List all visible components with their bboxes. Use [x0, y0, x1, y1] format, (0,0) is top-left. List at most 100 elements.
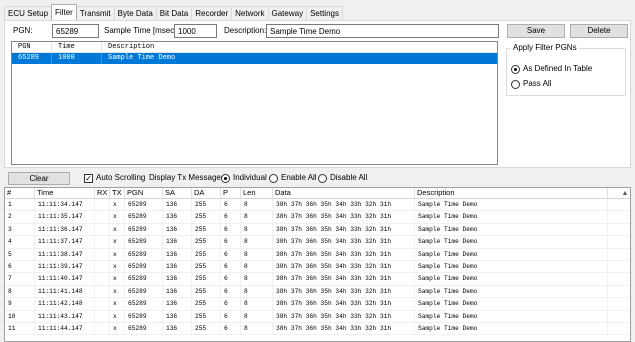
cell-data: 38h 37h 36h 35h 34h 33h 32h 31h: [273, 199, 415, 211]
table-row[interactable]: 5 11:11:38.147 x 65289 136 255 6 8 38h 37h 36h 3…: [5, 248, 630, 261]
tab-filter[interactable]: Filter: [51, 4, 77, 20]
cell-desc: Sample Time Demo: [415, 248, 608, 260]
cell-pgn: 65289: [125, 310, 163, 322]
cell-rx: [95, 298, 110, 310]
cell-p: 6: [221, 273, 241, 285]
tab-recorder[interactable]: Recorder: [191, 6, 233, 20]
cell-data: 38h 37h 36h 35h 34h 33h 32h 31h: [273, 298, 415, 310]
col-num[interactable]: #: [5, 188, 35, 198]
cell-p: 6: [221, 211, 241, 223]
cell-da: 255: [192, 236, 221, 248]
col-len[interactable]: Len: [241, 188, 273, 198]
table-row[interactable]: 4 11:11:37.147 x 65289 136 255 6 8 38h 37h 36h 3…: [5, 236, 630, 249]
pgn-input[interactable]: [52, 24, 99, 38]
cell-da: 255: [192, 260, 221, 273]
radio-icon[interactable]: [269, 173, 278, 183]
cell-desc: Sample Time Demo: [415, 310, 608, 322]
option-disable-all[interactable]: Disable All: [318, 173, 367, 183]
cell-p: 6: [221, 260, 241, 273]
table-row[interactable]: 10 11:11:43.147 x 65289 136 255 6 8 38h 37h 36h …: [5, 310, 630, 323]
tab-bit-data[interactable]: Bit Data: [155, 6, 193, 20]
table-row[interactable]: 3 11:11:36.147 x 65289 136 255 6 8 38h 37h 36h 3…: [5, 223, 630, 237]
cell-num: 8: [5, 285, 35, 298]
pgn-cell: 65289: [12, 53, 52, 64]
cell-sa: 136: [163, 199, 192, 211]
tab-transmit[interactable]: Transmit: [75, 6, 115, 20]
delete-button[interactable]: Delete: [570, 24, 628, 38]
cell-len: 8: [241, 199, 273, 211]
col-p[interactable]: P: [221, 188, 241, 198]
pgn-list-header: PGN Time Description: [12, 42, 497, 53]
description-input[interactable]: [266, 24, 499, 38]
table-row[interactable]: 1 11:11:34.147 x 65289 136 255 6 8 38h 37h 36h 3…: [5, 199, 630, 212]
col-pgn[interactable]: PGN: [125, 188, 163, 198]
cell-rx: [95, 260, 110, 273]
table-row[interactable]: 7 11:11:40.147 x 65289 136 255 6 8 38h 37h 36h 3…: [5, 273, 630, 286]
sample-time-label: Sample Time [msec]:: [104, 26, 179, 35]
cell-len: 8: [241, 211, 273, 223]
cell-time: 11:11:37.147: [35, 236, 95, 248]
cell-p: 6: [221, 223, 241, 236]
clear-button[interactable]: Clear: [8, 172, 70, 185]
cell-desc: Sample Time Demo: [415, 322, 608, 335]
pgn-list-row[interactable]: 65289 1000 Sample Time Demo: [12, 53, 497, 64]
tab-ecu-setup[interactable]: ECU Setup: [4, 6, 53, 20]
cell-time: 11:11:36.147: [35, 223, 95, 236]
col-data[interactable]: Data: [273, 188, 415, 198]
save-button[interactable]: Save: [507, 24, 565, 38]
cell-len: 8: [241, 273, 273, 285]
cell-tx: x: [110, 310, 125, 322]
cell-tx: x: [110, 199, 125, 211]
table-row[interactable]: 8 11:11:41.148 x 65289 136 255 6 8 38h 37h 36h 3…: [5, 285, 630, 299]
cell-data: 38h 37h 36h 35h 34h 33h 32h 31h: [273, 322, 415, 335]
pgn-col-header[interactable]: PGN: [12, 42, 52, 52]
tab-settings[interactable]: Settings: [306, 6, 343, 20]
cell-num: 3: [5, 223, 35, 236]
description-col-header[interactable]: Description: [102, 42, 497, 52]
checkbox-icon[interactable]: ✓: [84, 173, 93, 183]
option-enable-all[interactable]: Enable All: [269, 173, 317, 183]
pgn-filter-list[interactable]: PGN Time Description 65289 1000 Sample T…: [11, 41, 498, 165]
table-row[interactable]: 9 11:11:42.148 x 65289 136 255 6 8 38h 37h 36h 3…: [5, 298, 630, 311]
table-row[interactable]: 6 11:11:39.147 x 65289 136 255 6 8 38h 37h 36h 3…: [5, 260, 630, 274]
cell-num: 2: [5, 211, 35, 223]
cell-pgn: 65289: [125, 273, 163, 285]
col-tx[interactable]: TX: [110, 188, 125, 198]
filter-panel: PGN: Sample Time [msec]: Description: Sa…: [4, 20, 631, 168]
radio-icon[interactable]: [511, 79, 520, 89]
cell-da: 255: [192, 248, 221, 260]
cell-p: 6: [221, 298, 241, 310]
sample-time-input[interactable]: [174, 24, 217, 38]
cell-data: 38h 37h 36h 35h 34h 33h 32h 31h: [273, 211, 415, 223]
auto-scrolling-checkbox[interactable]: ✓ Auto Scrolling: [84, 173, 145, 183]
cell-time: 11:11:44.147: [35, 322, 95, 335]
tab-network[interactable]: Network: [231, 6, 269, 20]
cell-sa: 136: [163, 248, 192, 260]
cell-data: 38h 37h 36h 35h 34h 33h 32h 31h: [273, 248, 415, 260]
cell-da: 255: [192, 211, 221, 223]
col-time[interactable]: Time: [35, 188, 95, 198]
option-individual[interactable]: Individual: [221, 173, 267, 183]
radio-icon[interactable]: [318, 173, 327, 183]
cell-da: 255: [192, 310, 221, 322]
message-grid[interactable]: # Time RX TX PGN SA DA P Len Data Descri…: [4, 187, 631, 342]
table-row[interactable]: 11 11:11:44.147 x 65289 136 255 6 8 38h 37h 36h …: [5, 322, 630, 336]
table-row[interactable]: 2 11:11:35.147 x 65289 136 255 6 8 38h 37h 36h 3…: [5, 211, 630, 224]
grid-body: 1 11:11:34.147 x 65289 136 255 6 8 38h 37h 36h 3…: [5, 199, 630, 336]
cell-pgn: 65289: [125, 223, 163, 236]
radio-icon[interactable]: [511, 64, 520, 74]
tab-byte-data[interactable]: Byte Data: [113, 6, 157, 20]
time-col-header[interactable]: Time: [52, 42, 102, 52]
col-da[interactable]: DA: [192, 188, 221, 198]
cell-data: 38h 37h 36h 35h 34h 33h 32h 31h: [273, 273, 415, 285]
col-description[interactable]: Description: [415, 188, 608, 198]
cell-desc: Sample Time Demo: [415, 211, 608, 223]
tab-gateway[interactable]: Gateway: [267, 6, 308, 20]
option-pass-all[interactable]: Pass All: [511, 79, 551, 89]
option-as-defined[interactable]: As Defined In Table: [511, 64, 592, 74]
chevron-up-icon[interactable]: ▲: [620, 188, 630, 199]
col-rx[interactable]: RX: [95, 188, 110, 198]
radio-icon[interactable]: [221, 173, 230, 183]
col-sa[interactable]: SA: [163, 188, 192, 198]
cell-rx: [95, 273, 110, 285]
